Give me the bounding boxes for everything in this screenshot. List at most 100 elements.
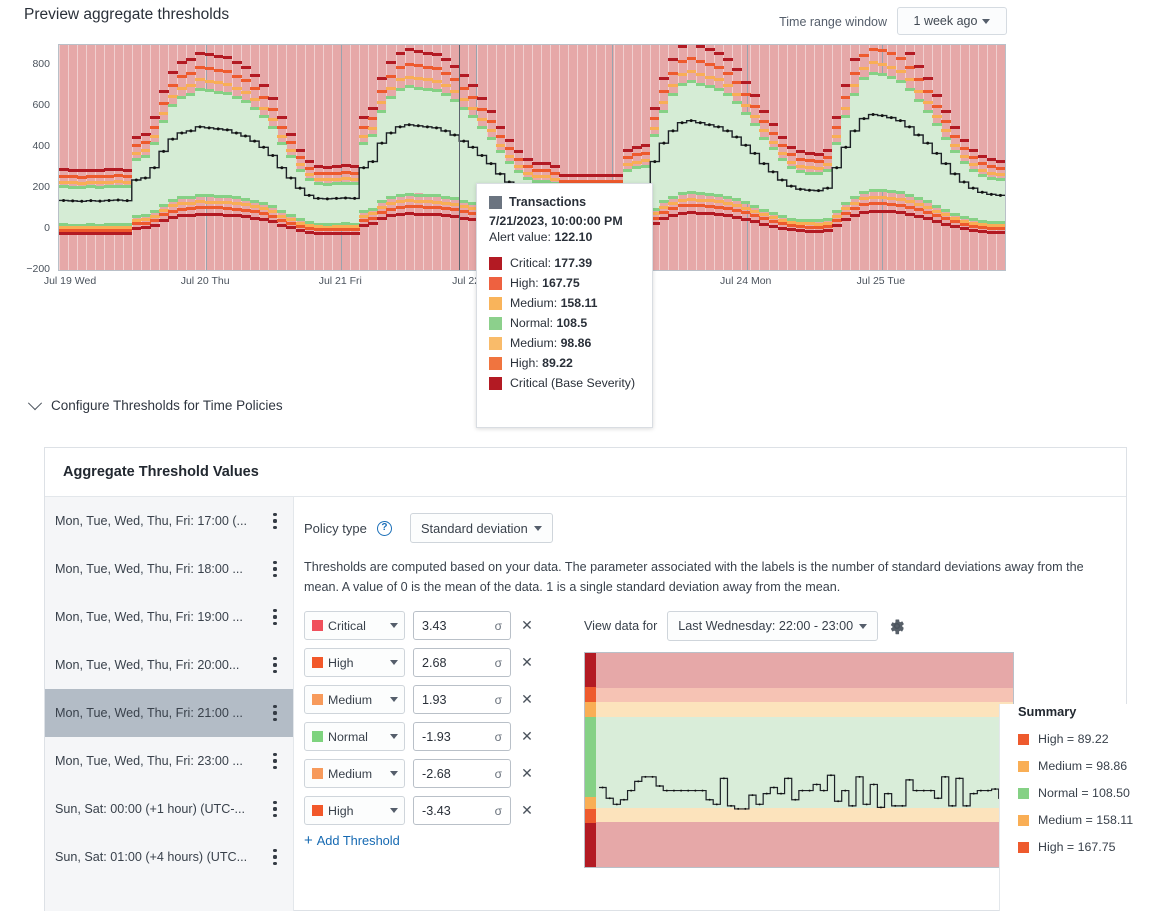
severity-select[interactable]: High: [304, 796, 405, 825]
policy-list-item-label: Sun, Sat: 00:00 (+1 hour) (UTC-...: [55, 802, 246, 816]
severity-select[interactable]: Medium: [304, 685, 405, 714]
summary-row: Normal = 108.50: [1018, 785, 1130, 801]
severity-swatch-icon: [489, 376, 502, 390]
page-title: Preview aggregate thresholds: [24, 6, 230, 23]
time-range-window-select[interactable]: 1 week ago: [897, 7, 1007, 35]
tooltip-row: Critical (Base Severity): [489, 373, 640, 393]
chevron-down-icon: [859, 623, 868, 629]
threshold-row: Medium -2.68 σ ✕: [304, 759, 556, 788]
remove-threshold-button[interactable]: ✕: [519, 765, 535, 782]
tooltip-row-text: High: 167.75: [510, 276, 580, 290]
kebab-menu-icon[interactable]: [265, 849, 285, 865]
severity-swatch-icon: [312, 805, 323, 816]
threshold-value-input[interactable]: 1.93 σ: [413, 685, 511, 714]
threshold-row: High -3.43 σ ✕: [304, 796, 556, 825]
y-axis-tick: 400: [32, 140, 50, 153]
tooltip-header: Transactions: [489, 195, 640, 209]
policy-list-item[interactable]: Mon, Tue, Wed, Thu, Fri: 21:00 ...: [45, 689, 293, 737]
view-data-for-value: Last Wednesday: 22:00 - 23:00: [678, 619, 854, 633]
policy-list-item-label: Sun, Sat: 01:00 (+4 hours) (UTC...: [55, 850, 248, 864]
summary-row-text: High = 167.75: [1038, 840, 1116, 854]
threshold-row: Medium 1.93 σ ✕: [304, 685, 556, 714]
threshold-row: High 2.68 σ ✕: [304, 648, 556, 677]
kebab-menu-icon[interactable]: [265, 561, 285, 577]
severity-label: Normal: [328, 729, 368, 744]
summary-row-text: Medium = 98.86: [1038, 759, 1128, 773]
policy-list-item[interactable]: Mon, Tue, Wed, Thu, Fri: 18:00 ...: [45, 545, 293, 593]
severity-select[interactable]: Critical: [304, 611, 405, 640]
remove-threshold-button[interactable]: ✕: [519, 728, 535, 745]
severity-swatch-icon: [489, 256, 502, 270]
kebab-menu-icon[interactable]: [265, 513, 285, 529]
policy-preview-chart[interactable]: [584, 652, 1014, 868]
severity-select[interactable]: High: [304, 648, 405, 677]
y-axis-tick: 800: [32, 58, 50, 71]
remove-threshold-button[interactable]: ✕: [519, 802, 535, 819]
severity-label: High: [328, 655, 354, 670]
policy-list-item[interactable]: Mon, Tue, Wed, Thu, Fri: 23:00 ...: [45, 737, 293, 785]
threshold-value-input[interactable]: 3.43 σ: [413, 611, 511, 640]
threshold-value: -2.68: [422, 766, 451, 781]
remove-threshold-button[interactable]: ✕: [519, 654, 535, 671]
chevron-down-icon: [390, 771, 398, 776]
tooltip-series-label: Transactions: [509, 195, 587, 209]
policy-type-value: Standard deviation: [421, 520, 528, 536]
policy-detail: Policy type ? Standard deviation Thresho…: [294, 497, 1133, 911]
policy-list-item[interactable]: Sun, Sat: 01:00 (+4 hours) (UTC...: [45, 833, 293, 881]
tooltip-row-text: Critical (Base Severity): [510, 376, 636, 390]
severity-swatch-icon: [489, 296, 502, 310]
tooltip-alert-number: 122.10: [554, 230, 593, 244]
threshold-row: Critical 3.43 σ ✕: [304, 611, 556, 640]
kebab-menu-icon[interactable]: [265, 657, 285, 673]
y-axis-tick: 600: [32, 99, 50, 112]
severity-select[interactable]: Medium: [304, 759, 405, 788]
policy-list-item-label: Mon, Tue, Wed, Thu, Fri: 21:00 ...: [55, 706, 243, 720]
threshold-value-input[interactable]: -2.68 σ: [413, 759, 511, 788]
policy-list-item[interactable]: Mon, Tue, Wed, Thu, Fri: 19:00 ...: [45, 593, 293, 641]
policy-list-item[interactable]: Sun, Sat: 00:00 (+1 hour) (UTC-...: [45, 785, 293, 833]
severity-label: Critical: [328, 618, 366, 633]
tooltip-row: High: 167.75: [489, 273, 640, 293]
gear-icon[interactable]: [888, 617, 906, 635]
policy-list-item-label: Mon, Tue, Wed, Thu, Fri: 17:00 (...: [55, 514, 248, 528]
policy-description: Thresholds are computed based on your da…: [304, 560, 1084, 594]
threshold-value-input[interactable]: -3.43 σ: [413, 796, 511, 825]
time-range-window-value: 1 week ago: [913, 14, 978, 28]
policy-list-item-label: Mon, Tue, Wed, Thu, Fri: 20:00...: [55, 658, 240, 672]
help-icon[interactable]: ?: [376, 520, 392, 536]
threshold-value: 1.93: [422, 692, 447, 707]
configure-thresholds-toggle[interactable]: Configure Thresholds for Time Policies: [27, 395, 283, 413]
kebab-menu-icon[interactable]: [265, 705, 285, 721]
add-threshold-button[interactable]: + Add Threshold: [304, 833, 556, 849]
severity-select[interactable]: Normal: [304, 722, 405, 751]
summary-title: Summary: [1018, 704, 1077, 719]
threshold-value-input[interactable]: -1.93 σ: [413, 722, 511, 751]
policy-type-select[interactable]: Standard deviation: [409, 513, 553, 543]
policy-list-item-label: Mon, Tue, Wed, Thu, Fri: 18:00 ...: [55, 562, 243, 576]
kebab-menu-icon[interactable]: [265, 609, 285, 625]
policy-list-item[interactable]: Mon, Tue, Wed, Thu, Fri: 20:00...: [45, 641, 293, 689]
y-axis-tick: 200: [32, 181, 50, 194]
sigma-unit: σ: [494, 729, 502, 744]
view-data-for-select[interactable]: Last Wednesday: 22:00 - 23:00: [667, 611, 879, 641]
tooltip-row: Medium: 158.11: [489, 293, 640, 313]
threshold-value-input[interactable]: 2.68 σ: [413, 648, 511, 677]
remove-threshold-button[interactable]: ✕: [519, 691, 535, 708]
summary-row: High = 89.22: [1018, 731, 1127, 747]
severity-swatch-icon: [1018, 842, 1029, 853]
kebab-menu-icon[interactable]: [265, 753, 285, 769]
threshold-value: 3.43: [422, 618, 447, 633]
policy-type-row: Policy type ? Standard deviation: [304, 513, 1126, 543]
threshold-rows: Critical 3.43 σ ✕ High 2.68 σ ✕ Medium 1.93 σ ✕ Norm…: [304, 611, 556, 825]
threshold-value: 2.68: [422, 655, 447, 670]
kebab-menu-icon[interactable]: [265, 801, 285, 817]
severity-swatch-icon: [312, 731, 323, 742]
summary-row: Medium = 98.86: [1018, 758, 1127, 774]
tooltip-row: Normal: 108.5: [489, 313, 640, 333]
remove-threshold-button[interactable]: ✕: [519, 617, 535, 634]
severity-swatch-icon: [312, 694, 323, 705]
chart-y-axis: 800 600 400 200 0 −200: [0, 40, 58, 275]
policy-list-item[interactable]: Mon, Tue, Wed, Thu, Fri: 17:00 (...: [45, 497, 293, 545]
time-policy-list[interactable]: Mon, Tue, Wed, Thu, Fri: 17:00 (... Mon, …: [45, 497, 294, 911]
chevron-down-icon: [390, 697, 398, 702]
